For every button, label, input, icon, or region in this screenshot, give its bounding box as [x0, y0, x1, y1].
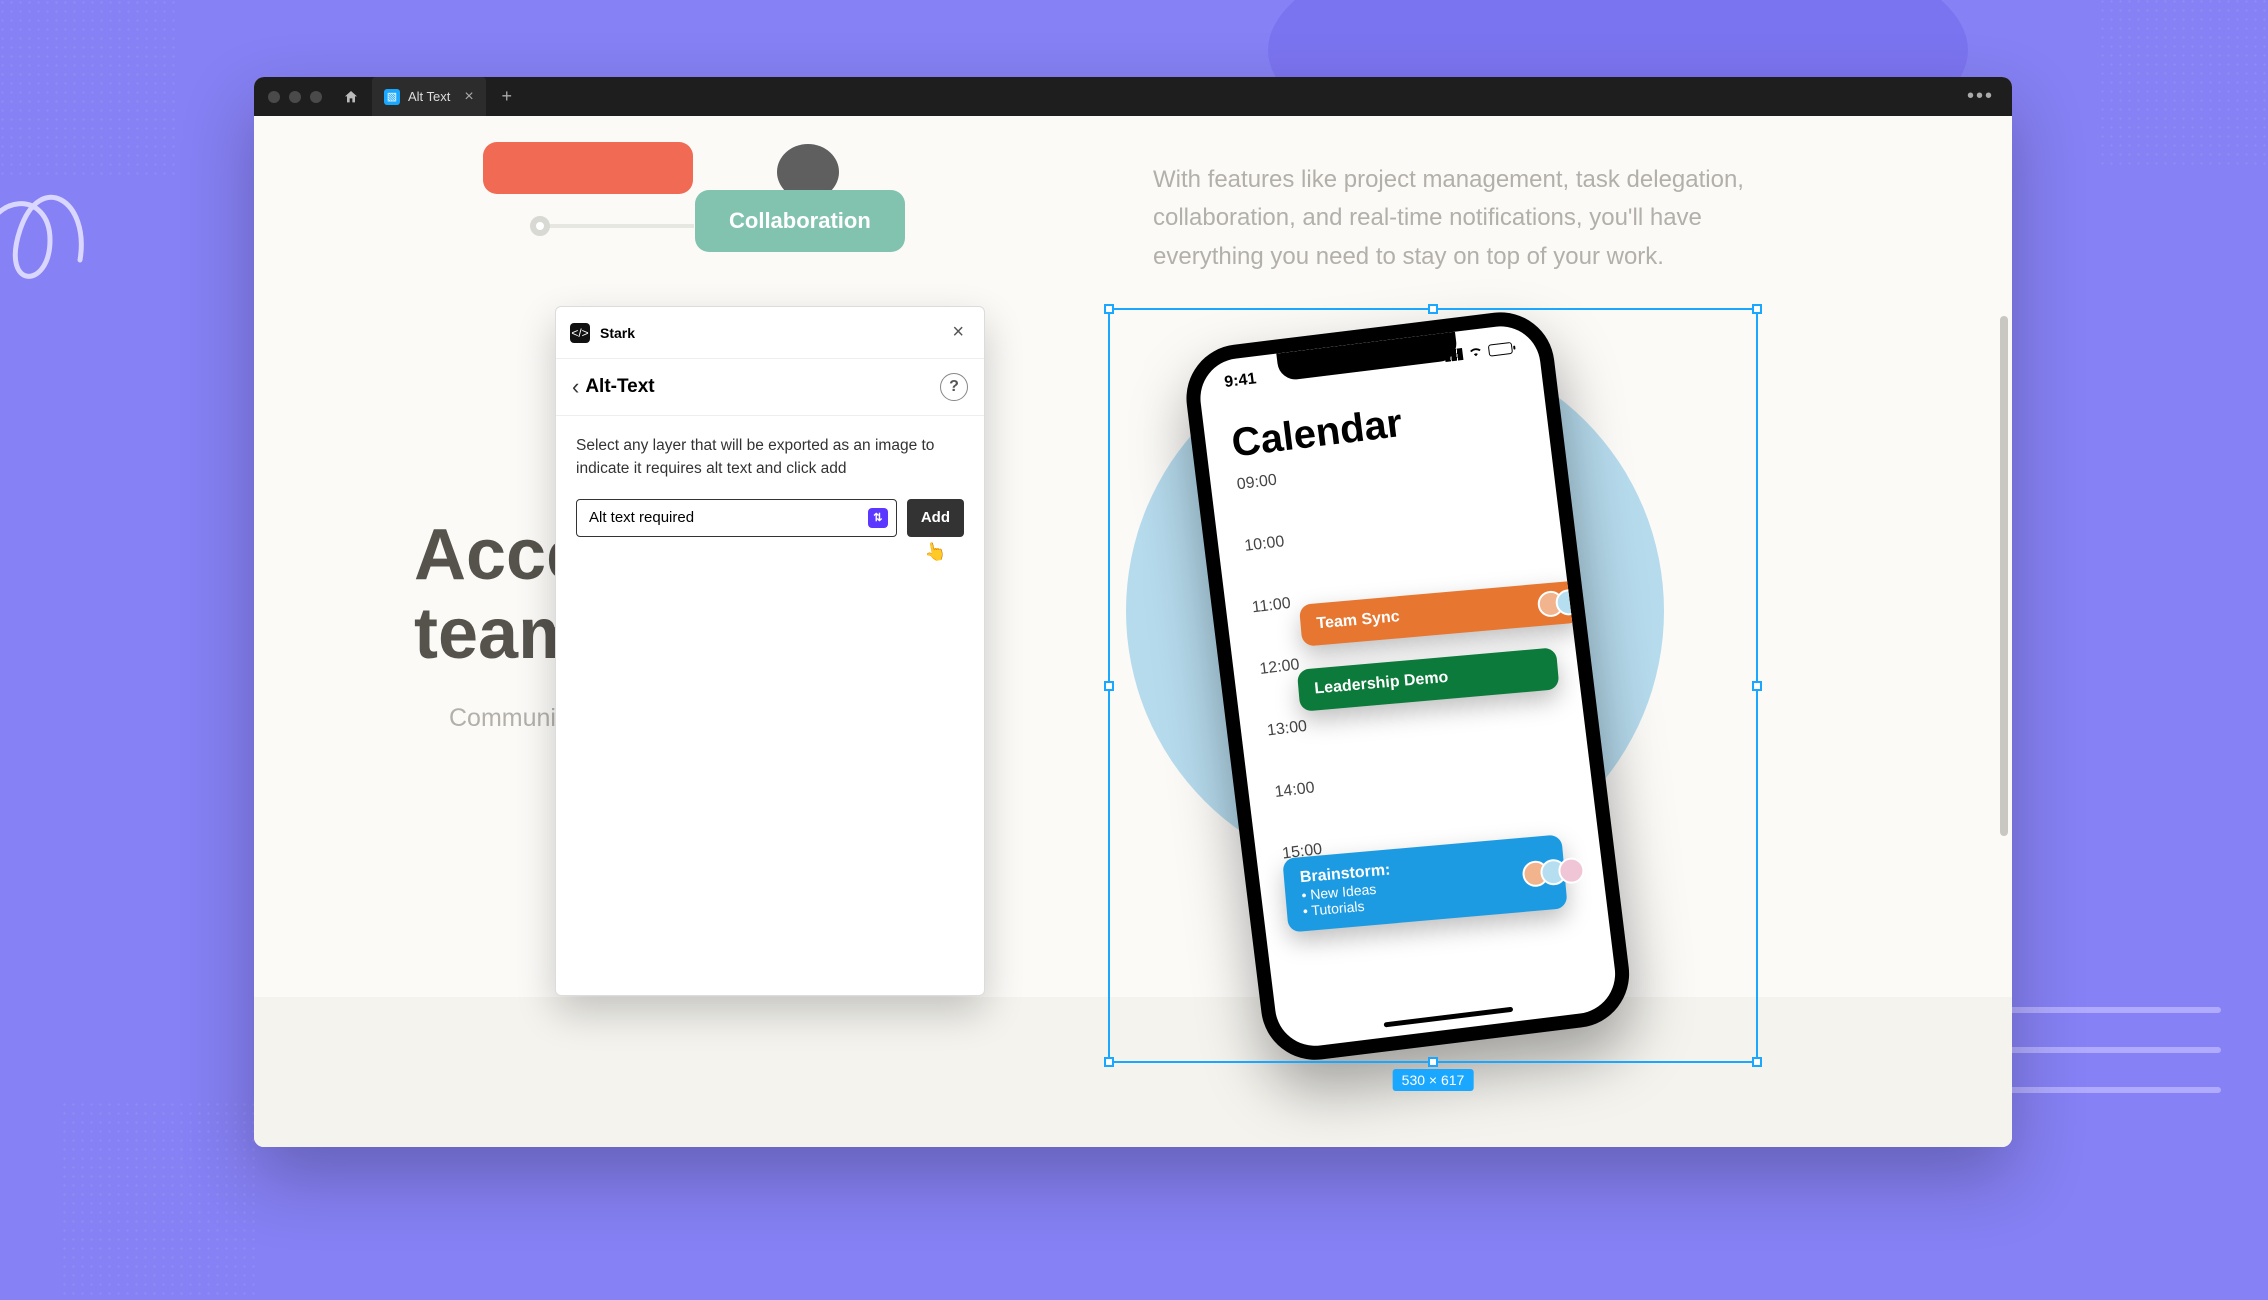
home-icon[interactable] — [336, 82, 366, 112]
close-window-icon[interactable] — [268, 91, 280, 103]
tab-close-icon[interactable]: × — [464, 88, 473, 106]
title-bar: ▧ Alt Text × + ••• — [254, 77, 2012, 116]
plugin-close-icon[interactable]: × — [946, 317, 970, 348]
pill-shape — [483, 142, 693, 194]
plugin-section-title: Alt-Text — [585, 376, 654, 398]
resize-handle[interactable] — [1428, 1057, 1438, 1067]
connector-dot — [530, 216, 550, 236]
add-button[interactable]: Add — [907, 499, 964, 537]
minimize-window-icon[interactable] — [289, 91, 301, 103]
tab-label: Alt Text — [408, 89, 450, 104]
connector-line — [544, 224, 694, 228]
back-icon[interactable]: ‹ — [572, 374, 579, 400]
window-traffic-lights[interactable] — [268, 91, 322, 103]
maximize-window-icon[interactable] — [310, 91, 322, 103]
more-menu-icon[interactable]: ••• — [1959, 85, 2002, 108]
tab-alt-text[interactable]: ▧ Alt Text × — [372, 77, 486, 116]
plugin-instruction: Select any layer that will be exported a… — [576, 434, 964, 481]
bg-dots — [60, 1100, 260, 1300]
resize-handle[interactable] — [1752, 681, 1762, 691]
pointer-cursor-icon: 👆 — [922, 540, 948, 565]
collaboration-pill: Collaboration — [695, 190, 905, 252]
selection-size-badge: 530 × 617 — [1393, 1069, 1474, 1091]
design-canvas[interactable]: Collaboration With features like project… — [254, 116, 2012, 1147]
canvas-scrollbar[interactable] — [2000, 316, 2008, 836]
stark-plugin-panel[interactable]: </> Stark × ‹ Alt-Text ? Select any laye… — [555, 306, 985, 996]
bg-dots — [0, 0, 180, 180]
new-tab-icon[interactable]: + — [492, 82, 522, 112]
resize-handle[interactable] — [1428, 304, 1438, 314]
resize-handle[interactable] — [1752, 1057, 1762, 1067]
help-icon[interactable]: ? — [940, 373, 968, 401]
plugin-name: Stark — [600, 325, 635, 341]
app-window: ▧ Alt Text × + ••• Collaboration With fe… — [254, 77, 2012, 1147]
selection-frame[interactable]: 530 × 617 — [1108, 308, 1758, 1063]
resize-handle[interactable] — [1752, 304, 1762, 314]
resize-handle[interactable] — [1104, 304, 1114, 314]
plugin-header[interactable]: </> Stark × — [556, 307, 984, 359]
alt-text-select[interactable]: Alt text required ⇅ — [576, 499, 897, 537]
resize-handle[interactable] — [1104, 1057, 1114, 1067]
file-icon: ▧ — [384, 89, 400, 105]
select-value: Alt text required — [589, 509, 694, 526]
plugin-body: Select any layer that will be exported a… — [556, 416, 984, 555]
stark-logo-icon: </> — [570, 323, 590, 343]
feature-paragraph: With features like project management, t… — [1153, 161, 1783, 276]
resize-handle[interactable] — [1104, 681, 1114, 691]
select-stepper-icon[interactable]: ⇅ — [868, 508, 888, 528]
bg-dots — [2098, 0, 2268, 170]
plugin-subheader: ‹ Alt-Text ? — [556, 359, 984, 416]
